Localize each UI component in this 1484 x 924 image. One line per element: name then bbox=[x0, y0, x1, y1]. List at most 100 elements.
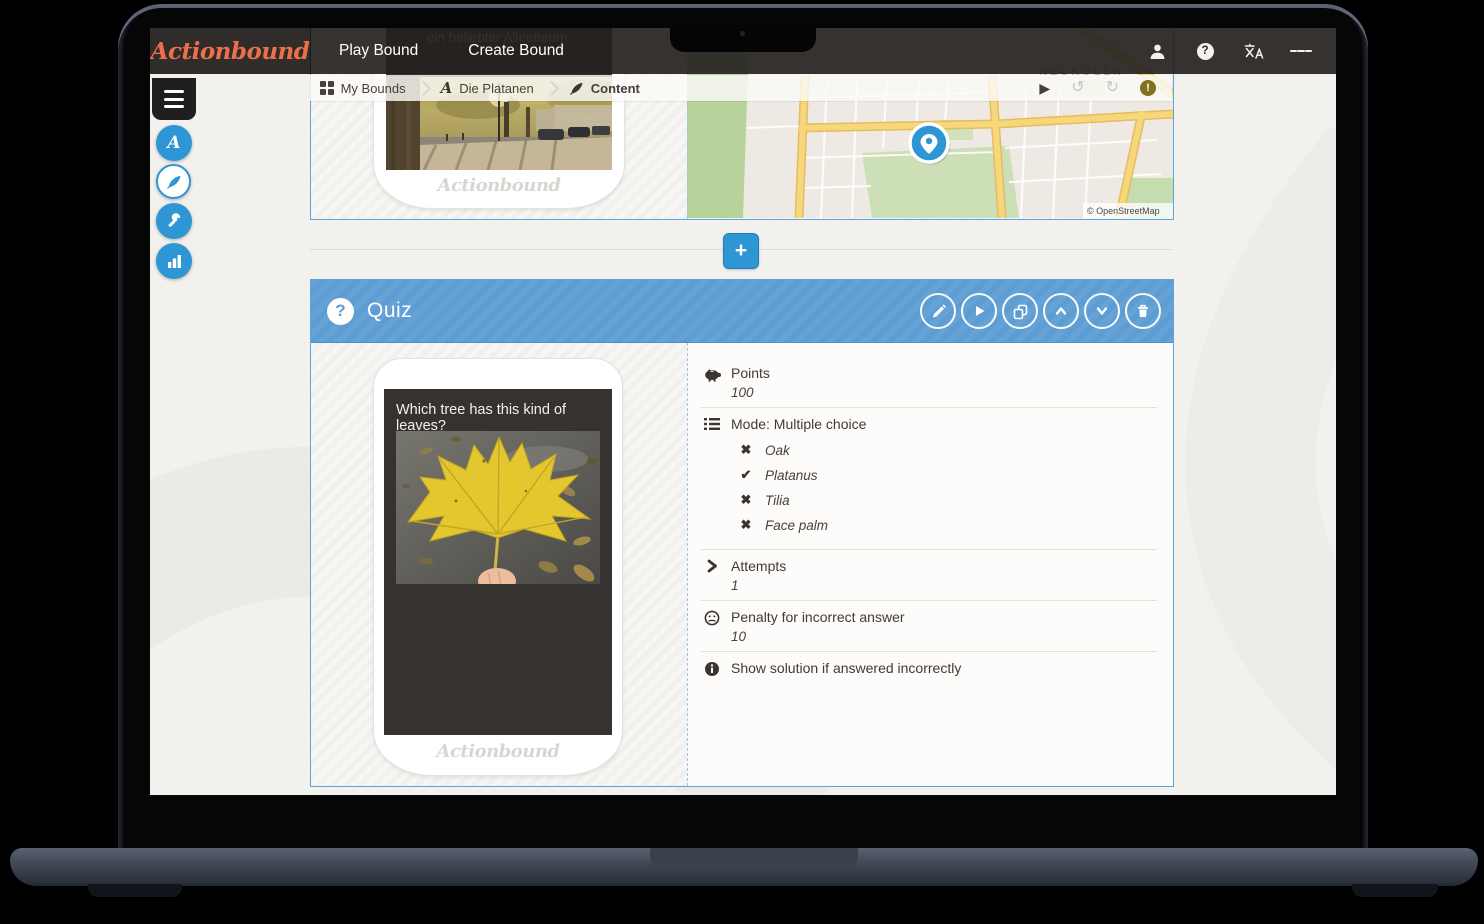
answer-options: ✖ Oak ✔ Platanus ✖ Tilia bbox=[739, 442, 1157, 533]
feather-icon bbox=[569, 81, 584, 96]
warning-icon[interactable]: ! bbox=[1140, 80, 1156, 96]
quiz-type-icon: ? bbox=[327, 298, 354, 325]
wrench-icon bbox=[166, 213, 183, 230]
penalty-value: 10 bbox=[731, 629, 905, 644]
sidebar-item-content[interactable] bbox=[156, 164, 191, 199]
wrong-mark-icon: ✖ bbox=[739, 517, 753, 533]
quiz-card-body: Which tree has this kind of leaves? bbox=[311, 343, 1173, 786]
translate-icon[interactable] bbox=[1242, 40, 1264, 62]
wrong-mark-icon: ✖ bbox=[739, 492, 753, 508]
undo-button[interactable]: ↺ bbox=[1071, 80, 1084, 96]
sidebar-item-bound[interactable]: A bbox=[156, 125, 192, 161]
actionbound-logo[interactable]: Actionbound bbox=[151, 38, 310, 65]
breadcrumb-actions: ▶ ↺ ↻ ! bbox=[1039, 80, 1172, 96]
laptop-foot bbox=[1352, 884, 1438, 897]
quiz-details: Points 100 bbox=[701, 357, 1157, 684]
breadcrumb-label: My Bounds bbox=[341, 81, 406, 96]
breadcrumb: My Bounds A Die Platanen Content ▶ ↺ ↻ ! bbox=[310, 75, 1172, 101]
attempts-label: Attempts bbox=[731, 558, 786, 574]
add-element-button[interactable]: + bbox=[723, 233, 759, 269]
mode-label: Mode: Multiple choice bbox=[731, 416, 1157, 432]
quiz-preview-panel: Which tree has this kind of leaves? bbox=[311, 343, 687, 786]
breadcrumb-label: Content bbox=[591, 81, 640, 96]
wrong-mark-icon: ✖ bbox=[739, 442, 753, 458]
duplicate-button[interactable] bbox=[1002, 293, 1038, 329]
answer-option: ✔ Platanus bbox=[739, 467, 1157, 483]
chevron-right-icon bbox=[701, 558, 723, 593]
bound-mark-icon: A bbox=[167, 133, 180, 153]
edit-button[interactable] bbox=[920, 293, 956, 329]
solution-label: Show solution if answered incorrectly bbox=[731, 660, 961, 677]
sidebar-item-settings[interactable] bbox=[156, 203, 192, 239]
quiz-card: ? Quiz bbox=[310, 279, 1174, 787]
help-icon[interactable]: ? bbox=[1194, 40, 1216, 62]
logo-block: Actionbound bbox=[150, 28, 311, 74]
laptop-base bbox=[10, 848, 1478, 886]
map-attribution[interactable]: © OpenStreetMap bbox=[1087, 206, 1160, 216]
panel-divider bbox=[687, 343, 688, 786]
nav-create-bound[interactable]: Create Bound bbox=[446, 28, 586, 74]
mode-row: Mode: Multiple choice ✖ Oak ✔ Platanus bbox=[701, 408, 1157, 550]
grid-icon bbox=[320, 81, 334, 95]
camera-notch bbox=[670, 26, 816, 52]
info-icon bbox=[701, 660, 723, 677]
answer-option: ✖ Tilia bbox=[739, 492, 1157, 508]
laptop-base-notch bbox=[650, 848, 858, 870]
phone-screen: Which tree has this kind of leaves? bbox=[384, 389, 612, 735]
bar-chart-icon bbox=[167, 254, 182, 268]
attempts-value: 1 bbox=[731, 578, 786, 593]
quiz-actions bbox=[920, 293, 1173, 329]
bound-mark-icon: A bbox=[441, 79, 453, 97]
penalty-row: Penalty for incorrect answer 10 bbox=[701, 601, 1157, 652]
penalty-label: Penalty for incorrect answer bbox=[731, 609, 905, 625]
trash-icon bbox=[1135, 303, 1151, 319]
chevron-up-icon bbox=[1053, 303, 1069, 319]
feather-icon bbox=[166, 174, 182, 190]
move-up-button[interactable] bbox=[1043, 293, 1079, 329]
leaf-photo bbox=[396, 431, 600, 584]
correct-mark-icon: ✔ bbox=[739, 467, 753, 483]
piggy-bank-icon bbox=[701, 365, 723, 400]
sad-face-icon bbox=[701, 609, 723, 644]
actionbound-watermark: Actionbound bbox=[374, 175, 624, 196]
breadcrumb-bound[interactable]: A Die Platanen bbox=[431, 79, 544, 97]
copy-icon bbox=[1012, 303, 1029, 320]
option-label: Tilia bbox=[765, 493, 790, 508]
test-play-button[interactable]: ▶ bbox=[1039, 81, 1050, 95]
actionbound-watermark: Actionbound bbox=[374, 741, 622, 762]
redo-button[interactable]: ↻ bbox=[1106, 80, 1119, 96]
answer-option: ✖ Face palm bbox=[739, 517, 1157, 533]
menu-icon[interactable] bbox=[1290, 40, 1312, 62]
list-icon bbox=[701, 416, 723, 542]
pencil-icon bbox=[930, 303, 947, 320]
sidebar-item-statistics[interactable] bbox=[156, 243, 192, 279]
breadcrumb-label: Die Platanen bbox=[459, 81, 533, 96]
quiz-settings-panel: Points 100 bbox=[687, 343, 1172, 786]
laptop-foot bbox=[88, 884, 182, 897]
solution-row: Show solution if answered incorrectly bbox=[701, 652, 1157, 684]
points-row: Points 100 bbox=[701, 357, 1157, 408]
navbar-icons: ? bbox=[1146, 40, 1336, 62]
delete-button[interactable] bbox=[1125, 293, 1161, 329]
breadcrumb-separator-icon bbox=[543, 80, 559, 96]
play-icon bbox=[971, 303, 987, 319]
chevron-down-icon bbox=[1094, 303, 1110, 319]
breadcrumb-content[interactable]: Content bbox=[559, 81, 650, 96]
breadcrumb-separator-icon bbox=[415, 80, 431, 96]
attempts-row: Attempts 1 bbox=[701, 550, 1157, 601]
nav-play-bound[interactable]: Play Bound bbox=[317, 28, 440, 74]
app-screen: ein beliebter Alleebaum. bbox=[150, 28, 1336, 795]
option-label: Oak bbox=[765, 443, 790, 458]
sidebar-toggle[interactable] bbox=[152, 78, 196, 120]
user-icon[interactable] bbox=[1146, 40, 1168, 62]
phone-preview-quiz: Which tree has this kind of leaves? bbox=[374, 359, 622, 775]
option-label: Platanus bbox=[765, 468, 818, 483]
preview-play-button[interactable] bbox=[961, 293, 997, 329]
points-value: 100 bbox=[731, 385, 770, 400]
camera-dot bbox=[740, 31, 745, 36]
move-down-button[interactable] bbox=[1084, 293, 1120, 329]
map-pin[interactable] bbox=[910, 124, 951, 165]
breadcrumb-my-bounds[interactable]: My Bounds bbox=[310, 81, 416, 96]
answer-option: ✖ Oak bbox=[739, 442, 1157, 458]
quiz-title: Quiz bbox=[367, 299, 412, 323]
